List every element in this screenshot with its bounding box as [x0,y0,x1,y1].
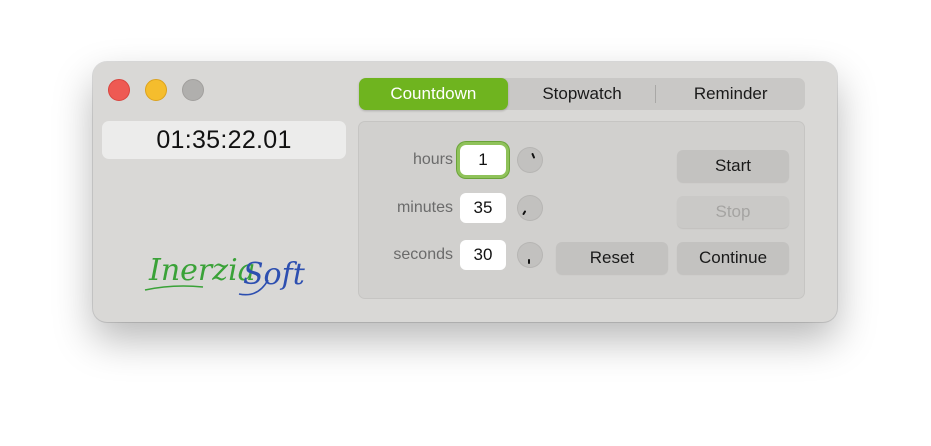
logo-text-soft: Soft [243,257,306,292]
tab-stopwatch[interactable]: Stopwatch [508,78,657,110]
tab-reminder[interactable]: Reminder [656,78,805,110]
close-window-button[interactable] [108,79,130,101]
reset-button[interactable]: Reset [556,242,668,274]
seconds-dial-knob[interactable] [517,242,543,268]
continue-button[interactable]: Continue [677,242,789,274]
seconds-input[interactable] [460,240,506,270]
seconds-label: seconds [393,246,453,263]
mode-tabs: Countdown Stopwatch Reminder [359,78,805,110]
logo-text-inerzia: Inerzia [148,253,256,288]
start-button[interactable]: Start [677,150,789,182]
knob-indicator-icon [528,259,530,264]
app-window: 01:35:22.01 Inerzia Soft Countdown Stopw… [93,62,837,322]
tab-stopwatch-label: Stopwatch [542,84,622,103]
hours-dial-knob[interactable] [517,147,543,173]
inerziasoft-logo: Inerzia Soft [144,253,306,296]
minutes-label: minutes [396,199,453,216]
hours-label: hours [412,151,453,168]
stop-button: Stop [677,196,789,228]
countdown-panel: hours minutes seconds Start Stop Reset C… [358,121,805,299]
time-display: 01:35:22.01 [102,121,346,159]
minutes-dial-knob[interactable] [517,195,543,221]
knob-indicator-icon [531,153,535,159]
tab-countdown[interactable]: Countdown [359,78,508,110]
hours-input[interactable] [460,145,506,175]
zoom-window-button[interactable] [182,79,204,101]
minimize-window-button[interactable] [145,79,167,101]
minutes-input[interactable] [460,193,506,223]
knob-indicator-icon [522,210,526,215]
